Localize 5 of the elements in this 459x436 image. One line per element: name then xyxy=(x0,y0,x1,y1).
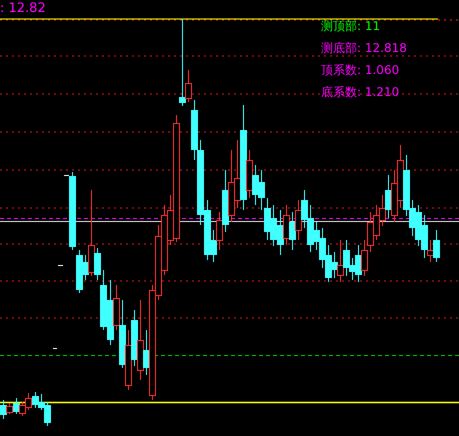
indicator-value: 底系数: 1.210 xyxy=(321,84,400,100)
indicator-value: 顶系数: 1.060 xyxy=(321,62,400,78)
price-label: : 12.82 xyxy=(0,1,46,17)
indicator-value: 测顶部: 11 xyxy=(321,18,382,34)
indicator-value: 测底部: 12.818 xyxy=(321,40,407,56)
